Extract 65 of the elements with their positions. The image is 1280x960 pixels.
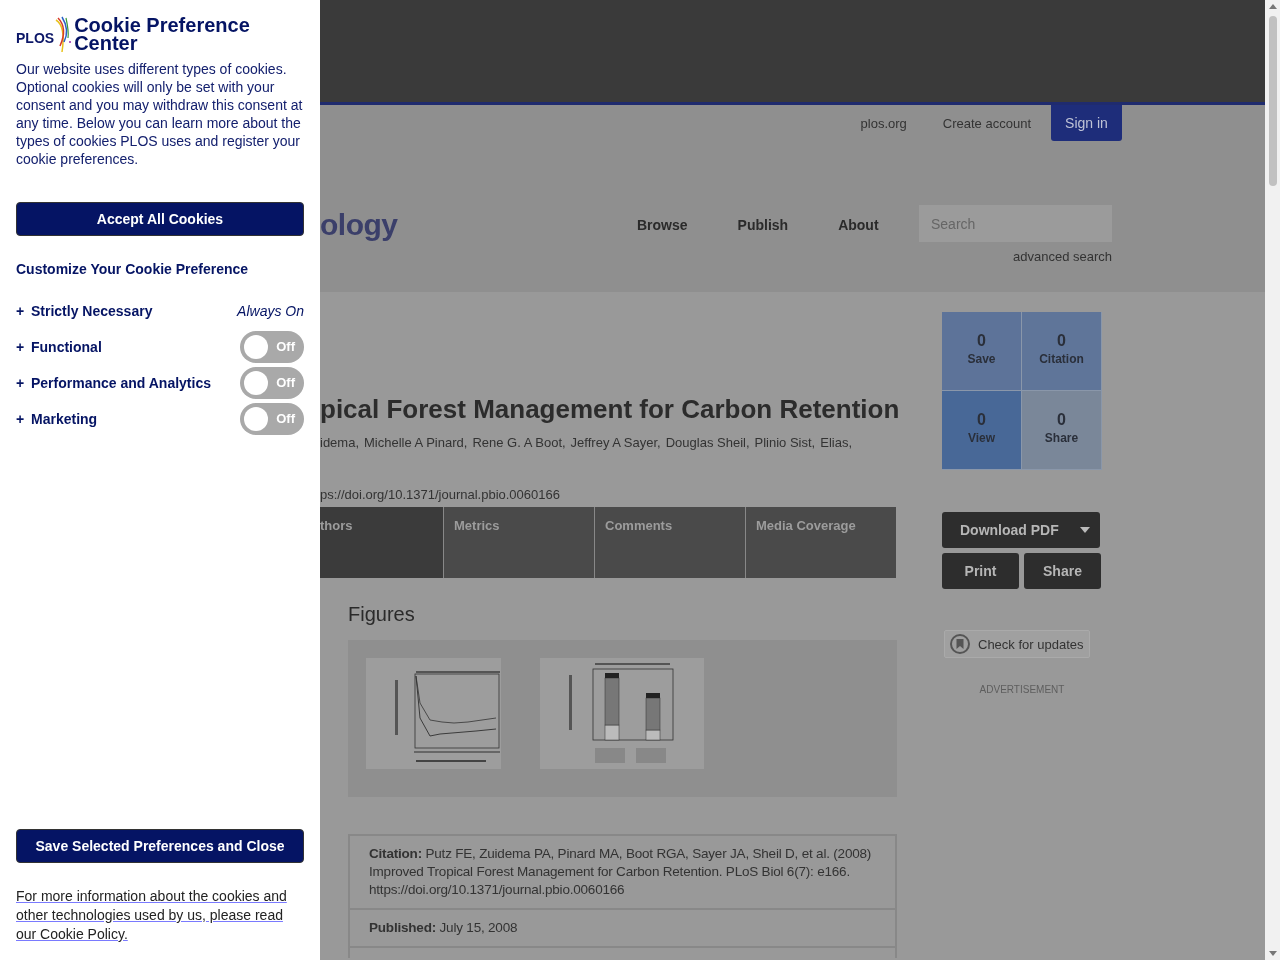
category-label[interactable]: Functional — [31, 339, 240, 355]
download-pdf-button[interactable]: Download PDF — [942, 512, 1100, 548]
accept-all-button[interactable]: Accept All Cookies — [16, 202, 304, 236]
always-on-label: Always On — [237, 303, 304, 319]
journal-logo[interactable]: ology — [320, 208, 633, 242]
bookmark-icon — [950, 634, 970, 654]
author-link[interactable]: Plinio Sist, — [754, 435, 816, 450]
check-for-updates-button[interactable]: Check for updates — [944, 630, 1090, 658]
scrollbar-thumb[interactable] — [1268, 16, 1277, 186]
action-button[interactable]: Print — [942, 553, 1019, 589]
nav-link[interactable]: About — [838, 217, 879, 233]
article-tab[interactable]: Metrics — [443, 507, 594, 578]
save-preferences-button[interactable]: Save Selected Preferences and Close — [16, 829, 304, 863]
advanced-search-link[interactable]: advanced search — [1013, 249, 1112, 264]
metric-count: 0 — [977, 411, 986, 429]
metric-label: View — [967, 431, 996, 445]
metric-label: Citation — [1039, 352, 1084, 366]
metric-tile[interactable]: 0 Save — [942, 312, 1022, 391]
header-link[interactable]: plos.org — [860, 115, 907, 131]
category-label[interactable]: Marketing — [31, 411, 240, 427]
author-link[interactable]: Jeffrey A Sayer, — [570, 435, 661, 450]
plos-logo: PLOS — [16, 16, 73, 56]
article-title: pical Forest Management for Carbon Retention — [320, 394, 897, 425]
cookie-policy-link[interactable]: For more information about the cookies and other technologies used by us, please read our Cookie Policy. — [16, 887, 301, 944]
expand-marker[interactable]: + — [16, 339, 31, 355]
metric-count: 0 — [1057, 332, 1066, 350]
caret-icon — [1080, 527, 1090, 533]
author-link[interactable]: idema, — [320, 435, 360, 450]
author-link[interactable]: Douglas Sheil, — [665, 435, 750, 450]
scroll-up-icon[interactable] — [1268, 4, 1277, 9]
toggle-switch[interactable]: Off — [240, 403, 304, 435]
figures-heading: Figures — [348, 603, 416, 626]
panel-description: Our website uses different types of cookies. Optional cookies will only be set with your consent and you may withdraw this consent at any time. Below you can learn more about the types of cookies PLOS uses and register your cookie preferences. — [16, 60, 304, 168]
expand-marker[interactable]: + — [16, 375, 31, 391]
panel-title: Cookie Preference Center — [74, 16, 251, 52]
metric-tile[interactable]: 0 Citation — [1022, 312, 1102, 391]
expand-marker[interactable]: + — [16, 411, 31, 427]
action-button[interactable]: Share — [1024, 553, 1101, 589]
scrollbar[interactable] — [1265, 0, 1280, 960]
author-link[interactable]: Elias, — [820, 435, 853, 450]
header-link[interactable]: Create account — [942, 115, 1031, 131]
category-label[interactable]: Performance and Analytics — [31, 375, 240, 391]
nav-link[interactable]: Publish — [737, 217, 789, 233]
author-link[interactable]: Rene G. A Boot, — [472, 435, 566, 450]
customize-heading: Customize Your Cookie Preference — [16, 261, 250, 277]
scroll-down-icon[interactable] — [1268, 951, 1277, 956]
toggle-switch[interactable]: Off — [240, 331, 304, 363]
metric-tile[interactable]: 0 View — [942, 391, 1022, 470]
toggle-switch[interactable]: Off — [240, 367, 304, 399]
published-date: Published: July 15, 2008 — [350, 910, 895, 948]
nav-link[interactable]: Browse — [637, 217, 688, 233]
metric-tile[interactable]: 0 Share — [1022, 391, 1102, 470]
doi-text: ps://doi.org/10.1371/journal.pbio.0060166 — [320, 487, 561, 502]
sign-in-button[interactable]: Sign in — [1051, 105, 1122, 141]
metric-count: 0 — [977, 332, 986, 350]
metric-count: 0 — [1057, 411, 1066, 429]
citation-text: Citation: Putz FE, Zuidema PA, Pinard MA, Boot RGA, Sayer JA, Sheil D, et al. (2008) Improved Tropical Forest Management for Carbon Retention. PLoS Biol 6(7): e166. https://doi.org/10.1371/journal.pbio.0060166 — [350, 836, 895, 910]
advertisement-label: ADVERTISEMENT — [978, 684, 1066, 695]
author-link[interactable]: Michelle A Pinard, — [364, 435, 468, 450]
metric-label: Save — [967, 352, 996, 366]
article-tab[interactable]: thors — [320, 507, 443, 578]
article-tab[interactable]: Comments — [594, 507, 745, 578]
metric-label: Share — [1044, 431, 1079, 445]
expand-marker[interactable]: + — [16, 303, 31, 319]
article-tab[interactable]: Media Coverage — [745, 507, 896, 578]
